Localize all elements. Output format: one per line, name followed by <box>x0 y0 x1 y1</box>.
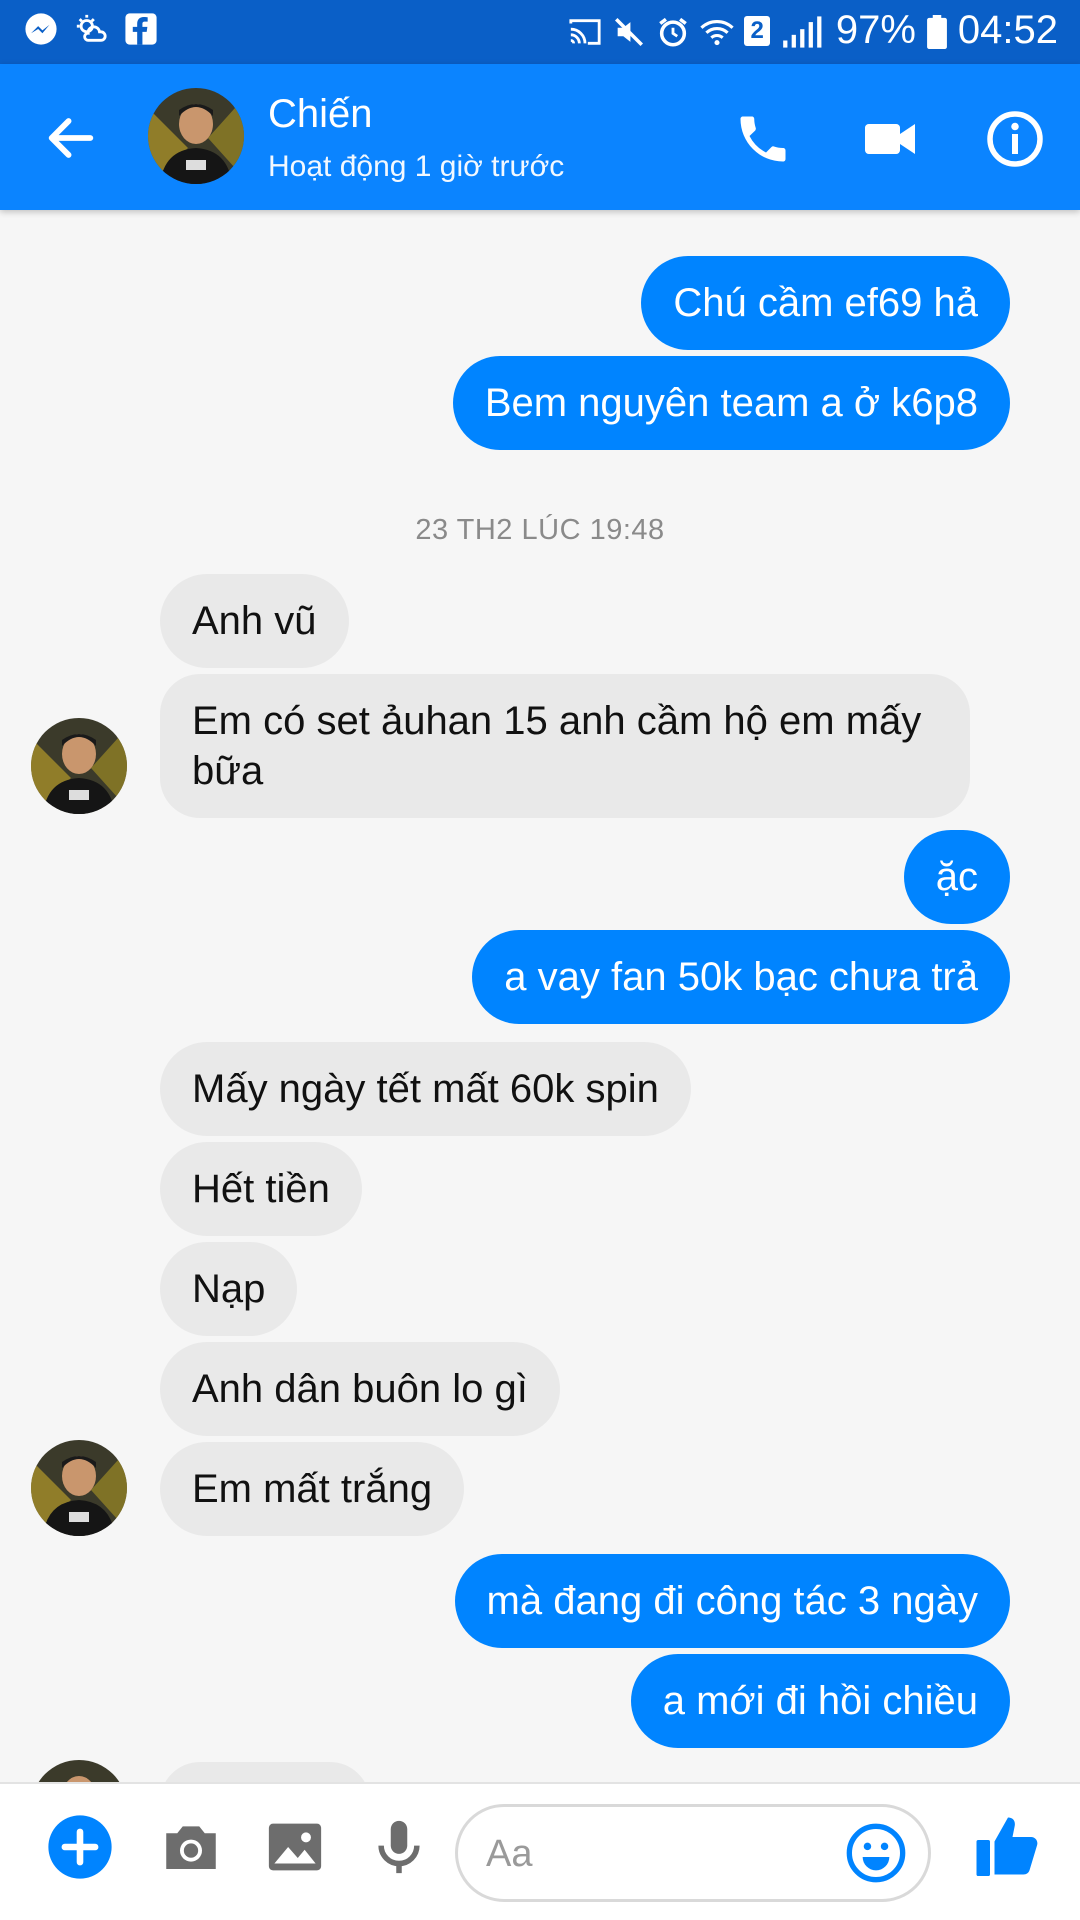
message-bubble-incoming[interactable]: Anh vũ <box>160 574 349 668</box>
message-composer <box>0 1782 1080 1920</box>
message-bubble-outgoing[interactable]: ặc <box>903 830 1010 924</box>
message-timestamp: 23 TH2 LÚC 19:48 <box>415 514 665 546</box>
message-bubble-outgoing[interactable]: a vay fan 50k bạc chưa trả <box>472 930 1010 1024</box>
cast-icon <box>568 14 602 48</box>
battery-percent: 97% <box>835 8 916 52</box>
wifi-icon <box>700 14 735 48</box>
message-bubble-outgoing[interactable]: mà đang đi công tác 3 ngày <box>454 1554 1010 1648</box>
message-bubble-outgoing[interactable]: a mới đi hồi chiều <box>630 1654 1010 1748</box>
message-bubble-incoming-partial[interactable] <box>160 1762 370 1782</box>
back-arrow-icon[interactable] <box>42 109 100 167</box>
sender-avatar[interactable] <box>31 1440 127 1536</box>
messenger-icon <box>24 12 58 46</box>
message-input[interactable] <box>486 1825 836 1883</box>
battery-icon <box>926 14 948 49</box>
plus-icon[interactable] <box>47 1814 113 1880</box>
gallery-icon[interactable] <box>262 1814 328 1880</box>
emoji-icon[interactable] <box>844 1821 908 1885</box>
message-bubble-incoming[interactable]: Mấy ngày tết mất 60k spin <box>160 1042 691 1136</box>
sender-avatar[interactable] <box>31 718 127 814</box>
phone-icon[interactable] <box>733 109 793 169</box>
message-input-container[interactable] <box>455 1804 931 1902</box>
conversation-header: Chiến Hoạt động 1 giờ trước <box>0 64 1080 210</box>
sim-badge: 2 <box>744 15 770 46</box>
microphone-icon[interactable] <box>366 1814 432 1880</box>
clock: 04:52 <box>957 8 1058 52</box>
message-bubble-outgoing[interactable]: Bem nguyên team a ở k6p8 <box>452 356 1010 450</box>
active-status: Hoạt động 1 giờ trước <box>268 150 565 183</box>
thumbs-up-icon[interactable] <box>972 1810 1044 1882</box>
message-bubble-outgoing[interactable]: Chú cầm ef69 hả <box>641 256 1010 350</box>
video-camera-icon[interactable] <box>860 109 920 169</box>
message-bubble-incoming[interactable]: Nạp <box>160 1242 298 1336</box>
alarm-icon <box>656 14 690 48</box>
status-bar: 2 97% 04:52 <box>0 0 1080 64</box>
message-bubble-incoming[interactable]: Hết tiền <box>160 1142 362 1236</box>
mute-icon <box>612 14 646 48</box>
sender-avatar[interactable] <box>31 1760 127 1782</box>
message-bubble-incoming[interactable]: Anh dân buôn lo gì <box>160 1342 560 1436</box>
facebook-icon <box>124 12 158 46</box>
contact-name: Chiến <box>268 92 373 136</box>
info-icon[interactable] <box>985 109 1045 169</box>
message-bubble-incoming[interactable]: Em có set ảuhan 15 anh cầm hộ em mấy bữa <box>160 674 970 818</box>
signal-icon <box>780 14 826 48</box>
camera-icon[interactable] <box>158 1814 224 1880</box>
weather-icon <box>74 12 108 46</box>
message-list[interactable]: Chú cầm ef69 hả Bem nguyên team a ở k6p8… <box>0 210 1080 1782</box>
avatar[interactable] <box>148 88 244 184</box>
message-bubble-incoming[interactable]: Em mất trắng <box>160 1442 465 1536</box>
